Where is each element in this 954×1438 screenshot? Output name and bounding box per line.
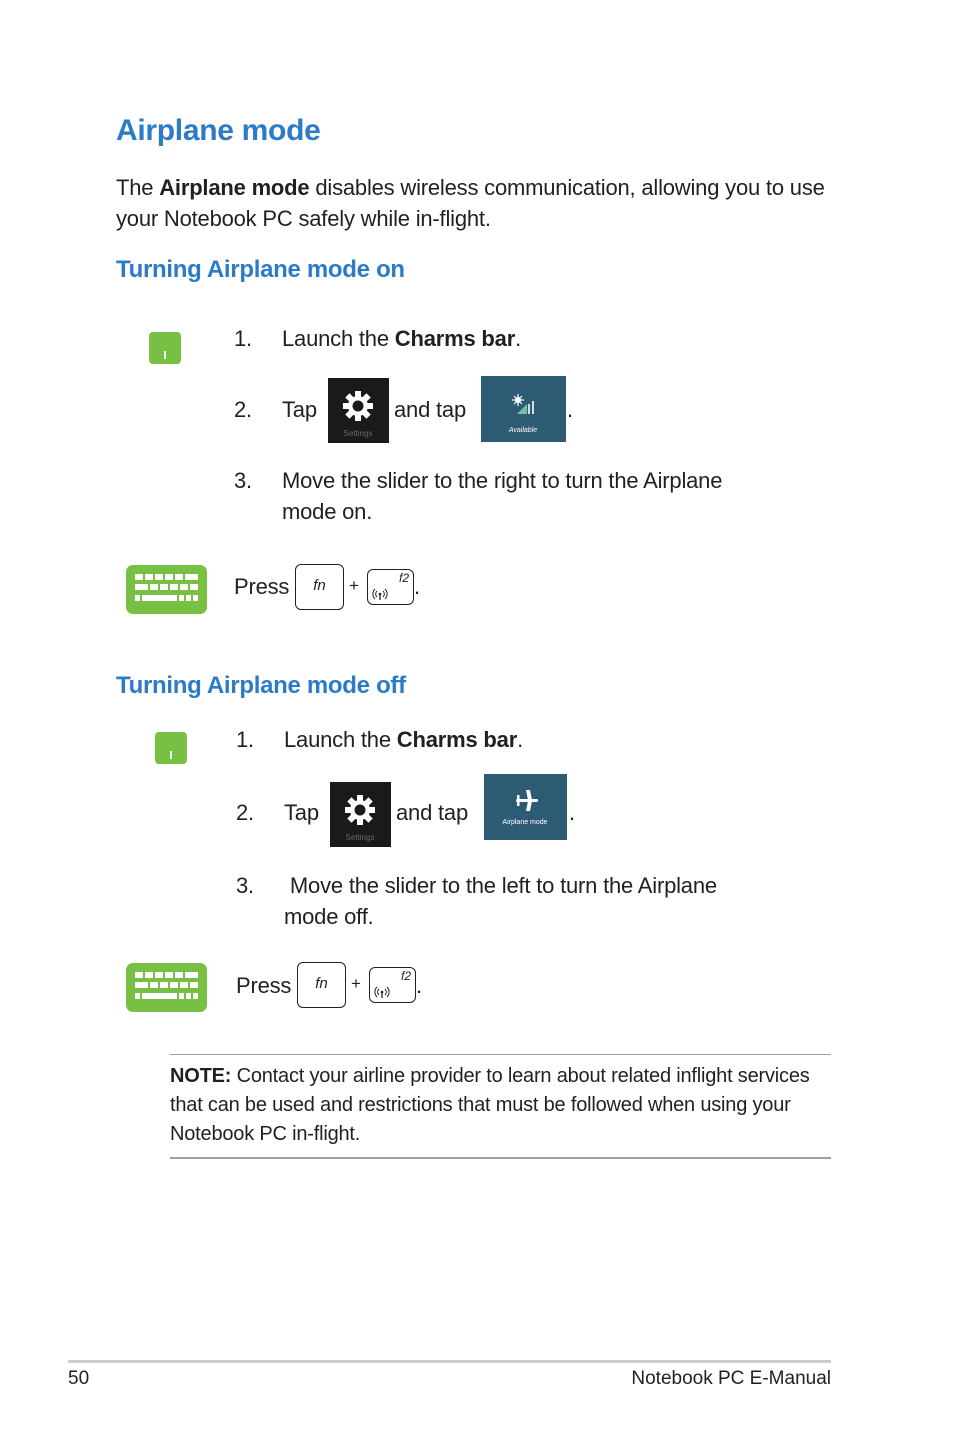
settings-charm-tile: Settings: [330, 782, 391, 847]
keyboard-icon: [126, 565, 207, 614]
intro-paragraph: The Airplane mode disables wireless comm…: [116, 175, 825, 231]
wireless-icon: [372, 588, 388, 600]
and-tap-text: and tap: [396, 800, 469, 825]
airplane-mode-charm-tile: Airplane mode: [484, 774, 567, 840]
step-2-on: 2. Tap: [234, 397, 317, 422]
wifi-signal-icon: Available: [508, 394, 537, 434]
period: .: [414, 574, 420, 599]
keyboard-icon: [126, 963, 207, 1012]
step-1-on: 1. Launch the Charms bar.: [234, 326, 521, 351]
footer-rule: [68, 1360, 831, 1363]
step-2-off: 2. Tap: [236, 800, 319, 825]
note-box: NOTE: Contact your airline provider to l…: [170, 1065, 810, 1145]
section-heading-on: Turning Airplane mode on: [116, 256, 405, 283]
step-3-off: 3. Move the slider to the left to turn t…: [236, 873, 717, 929]
press-label: Press: [234, 574, 290, 599]
period: .: [569, 800, 575, 825]
press-label: Press: [236, 973, 292, 998]
page-number: 50: [68, 1368, 90, 1389]
gear-icon: Settings: [345, 795, 375, 842]
section-heading-off: Turning Airplane mode off: [116, 672, 406, 699]
f2-key: f2: [369, 967, 416, 1003]
plus-sign: +: [349, 576, 359, 595]
fn-key: fn: [297, 962, 346, 1008]
period: .: [567, 397, 573, 422]
page-title: Airplane mode: [116, 114, 321, 147]
period: .: [416, 973, 422, 998]
touch-gesture-icon: [149, 332, 181, 364]
svg-text:Airplane mode: Airplane mode: [502, 819, 547, 826]
touch-gesture-icon: [155, 732, 187, 764]
and-tap-text: and tap: [394, 397, 467, 422]
network-charm-tile: Available: [481, 376, 566, 442]
wireless-icon: [374, 986, 390, 998]
note-bottom-rule: [170, 1157, 831, 1159]
step-1-off: 1. Launch the Charms bar.: [236, 727, 523, 752]
svg-text:Available: Available: [508, 427, 537, 434]
settings-charm-tile: Settings: [328, 378, 389, 443]
f2-key: f2: [367, 569, 414, 605]
note-top-rule: [170, 1054, 831, 1055]
svg-text:Settings: Settings: [346, 833, 375, 842]
step-3-on: 3. Move the slider to the right to turn t…: [234, 468, 723, 524]
plus-sign: +: [351, 974, 361, 993]
manual-title: Notebook PC E-Manual: [631, 1368, 831, 1389]
gear-icon: Settings: [343, 391, 373, 438]
airplane-icon: Airplane mode: [502, 790, 548, 826]
fn-key: fn: [295, 564, 344, 610]
svg-text:Settings: Settings: [344, 429, 373, 438]
